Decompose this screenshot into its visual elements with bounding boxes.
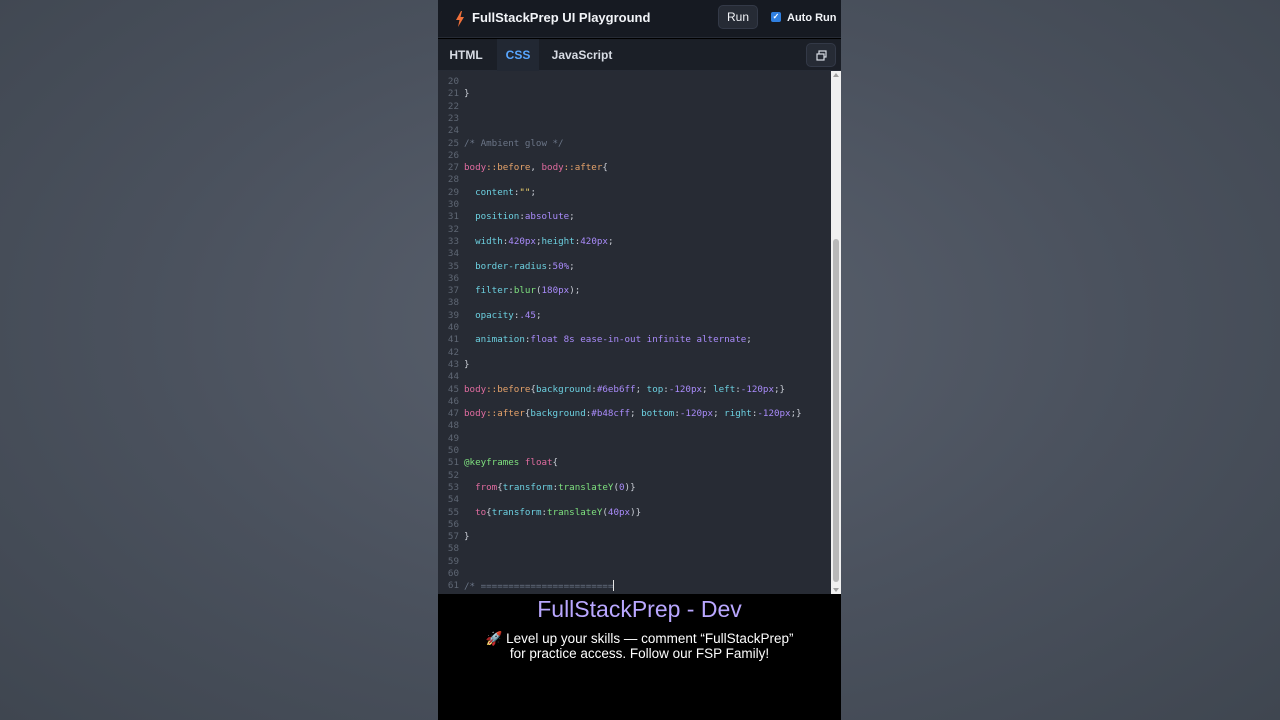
line-number: 28: [447, 174, 459, 186]
scroll-up-arrow-icon[interactable]: [833, 73, 839, 77]
caption-text: 🚀 Level up your skills — comment “FullSt…: [438, 631, 841, 661]
line-number: 45: [447, 383, 459, 395]
app-title: FullStackPrep UI Playground: [472, 10, 651, 25]
line-number: 60: [447, 568, 459, 579]
line-number: 27: [447, 162, 459, 174]
line-code: opacity:.45;: [475, 309, 542, 321]
line-code: animation:float 8s ease-in-out infinite …: [475, 334, 752, 346]
line-number: 53: [447, 481, 459, 493]
line-number: 40: [447, 322, 459, 333]
line-number: 49: [447, 432, 459, 444]
caption-line-2: for practice access. Follow our FSP Fami…: [509, 646, 770, 661]
line-number: 26: [447, 149, 459, 161]
line-number: 21: [447, 88, 459, 100]
line-code: }: [464, 358, 470, 370]
line-number: 37: [447, 285, 459, 297]
line-number: 35: [447, 260, 459, 272]
line-number: 39: [447, 309, 459, 321]
line-number: 51: [447, 457, 459, 469]
line-code: border-radius:50%;: [475, 260, 575, 272]
line-number: 43: [447, 358, 459, 370]
line-code: filter:blur(180px);: [475, 285, 581, 297]
line-number: 57: [447, 531, 459, 543]
line-number: 34: [447, 248, 459, 260]
line-number: 61: [447, 580, 459, 592]
line-number: 54: [447, 494, 459, 506]
tab-css[interactable]: CSS: [497, 39, 539, 71]
line-number: 52: [447, 469, 459, 481]
line-number: 42: [447, 346, 459, 358]
line-code: to{transform:translateY(40px)}: [475, 506, 642, 518]
text-cursor: [613, 580, 615, 592]
line-number: 25: [447, 137, 459, 149]
line-number: 20: [447, 76, 459, 87]
restore-window-icon: [816, 50, 827, 61]
line-number: 46: [447, 395, 459, 407]
editor-tabs: HTML CSS JavaScript: [438, 39, 841, 71]
caption-line-1: 🚀 Level up your skills — comment “FullSt…: [485, 631, 794, 646]
line-code: body::after{background:#b48cff; bottom:-…: [464, 408, 802, 420]
caption-brand: FullStackPrep - Dev: [537, 596, 742, 622]
line-number: 38: [447, 297, 459, 309]
header-bar: FullStackPrep UI Playground Run ✓ Auto R…: [438, 0, 841, 38]
bolt-icon: [456, 11, 464, 27]
line-number: 32: [447, 223, 459, 235]
autorun-label: Auto Run: [787, 12, 837, 24]
line-number: 22: [447, 100, 459, 112]
line-number: 47: [447, 408, 459, 420]
line-number: 44: [447, 371, 459, 383]
line-number: 30: [447, 199, 459, 210]
line-number: 36: [447, 272, 459, 284]
line-number: 33: [447, 235, 459, 247]
line-code: content:"";: [475, 186, 536, 198]
line-code: width:420px;height:420px;: [475, 235, 614, 247]
line-number: 29: [447, 186, 459, 198]
line-code: position:absolute;: [475, 211, 575, 223]
run-button[interactable]: Run: [718, 5, 758, 29]
code-editor[interactable]: 20 21} 22 23 24 25 /* Ambient glow */ 26 27 body:…: [438, 71, 841, 594]
line-number: 55: [447, 506, 459, 518]
line-number: 50: [447, 445, 459, 456]
tab-html[interactable]: HTML: [441, 39, 491, 71]
line-code: }: [464, 88, 470, 100]
tab-javascript[interactable]: JavaScript: [546, 39, 618, 71]
line-code: /* Ambient glow */: [464, 137, 564, 149]
line-number: 58: [447, 543, 459, 555]
scroll-down-arrow-icon[interactable]: [833, 588, 839, 592]
line-code: }: [464, 531, 470, 543]
expand-editor-button[interactable]: [806, 43, 836, 67]
line-number: 48: [447, 420, 459, 432]
autorun-checkbox[interactable]: ✓: [771, 12, 781, 22]
line-number: 41: [447, 334, 459, 346]
line-number: 59: [447, 555, 459, 567]
line-number: 23: [447, 112, 459, 124]
line-number: 56: [447, 518, 459, 530]
line-code: body::before{background:#6eb6ff; top:-12…: [464, 383, 786, 395]
line-code: from{transform:translateY(0)}: [475, 481, 636, 493]
editor-scrollbar[interactable]: [831, 71, 841, 594]
line-code: @keyframes float{: [464, 457, 559, 469]
line-number: 31: [447, 211, 459, 223]
line-number: 24: [447, 125, 459, 137]
line-code: /* ========================: [464, 580, 615, 593]
line-code: body::before, body::after{: [464, 162, 608, 174]
playground-window: FullStackPrep UI Playground Run ✓ Auto R…: [438, 0, 841, 720]
scrollbar-thumb[interactable]: [833, 239, 839, 582]
